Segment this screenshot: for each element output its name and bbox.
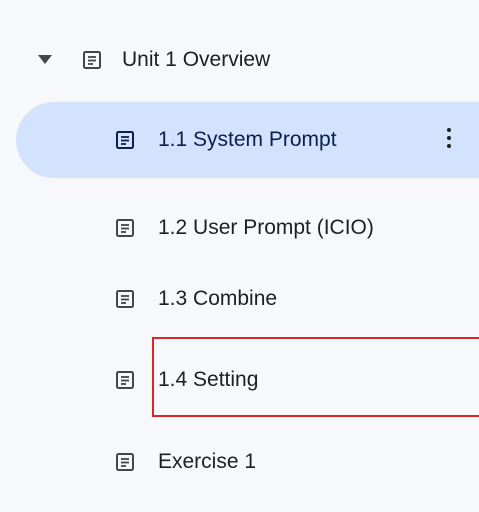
caret-down-icon[interactable]	[38, 55, 52, 64]
doc-icon	[115, 370, 135, 390]
outline-item-exercise[interactable]: Exercise 1	[0, 430, 479, 494]
doc-icon	[115, 289, 135, 309]
outline-item-setting[interactable]: 1.4 Setting	[0, 348, 479, 412]
document-outline: Unit 1 Overview 1.1 System Prompt 1.2 Us…	[0, 0, 479, 512]
doc-icon	[115, 218, 135, 238]
outline-item-label: 1.1 System Prompt	[158, 128, 337, 151]
outline-item-label: Exercise 1	[158, 450, 257, 473]
doc-icon	[82, 50, 102, 70]
outline-item-system-prompt[interactable]: 1.1 System Prompt	[16, 102, 479, 178]
outline-item-label: 1.2 User Prompt (ICIO)	[158, 216, 374, 239]
doc-icon	[115, 452, 135, 472]
outline-item-label: 1.3 Combine	[158, 287, 278, 310]
outline-item-user-prompt[interactable]: 1.2 User Prompt (ICIO)	[0, 196, 479, 260]
outline-unit-label: Unit 1 Overview	[122, 48, 271, 71]
outline-unit-heading[interactable]: Unit 1 Overview	[0, 28, 479, 92]
outline-item-combine[interactable]: 1.3 Combine	[0, 267, 479, 331]
more-vert-icon[interactable]	[444, 128, 454, 152]
outline-item-label: 1.4 Setting	[158, 368, 259, 391]
doc-icon	[115, 130, 135, 150]
